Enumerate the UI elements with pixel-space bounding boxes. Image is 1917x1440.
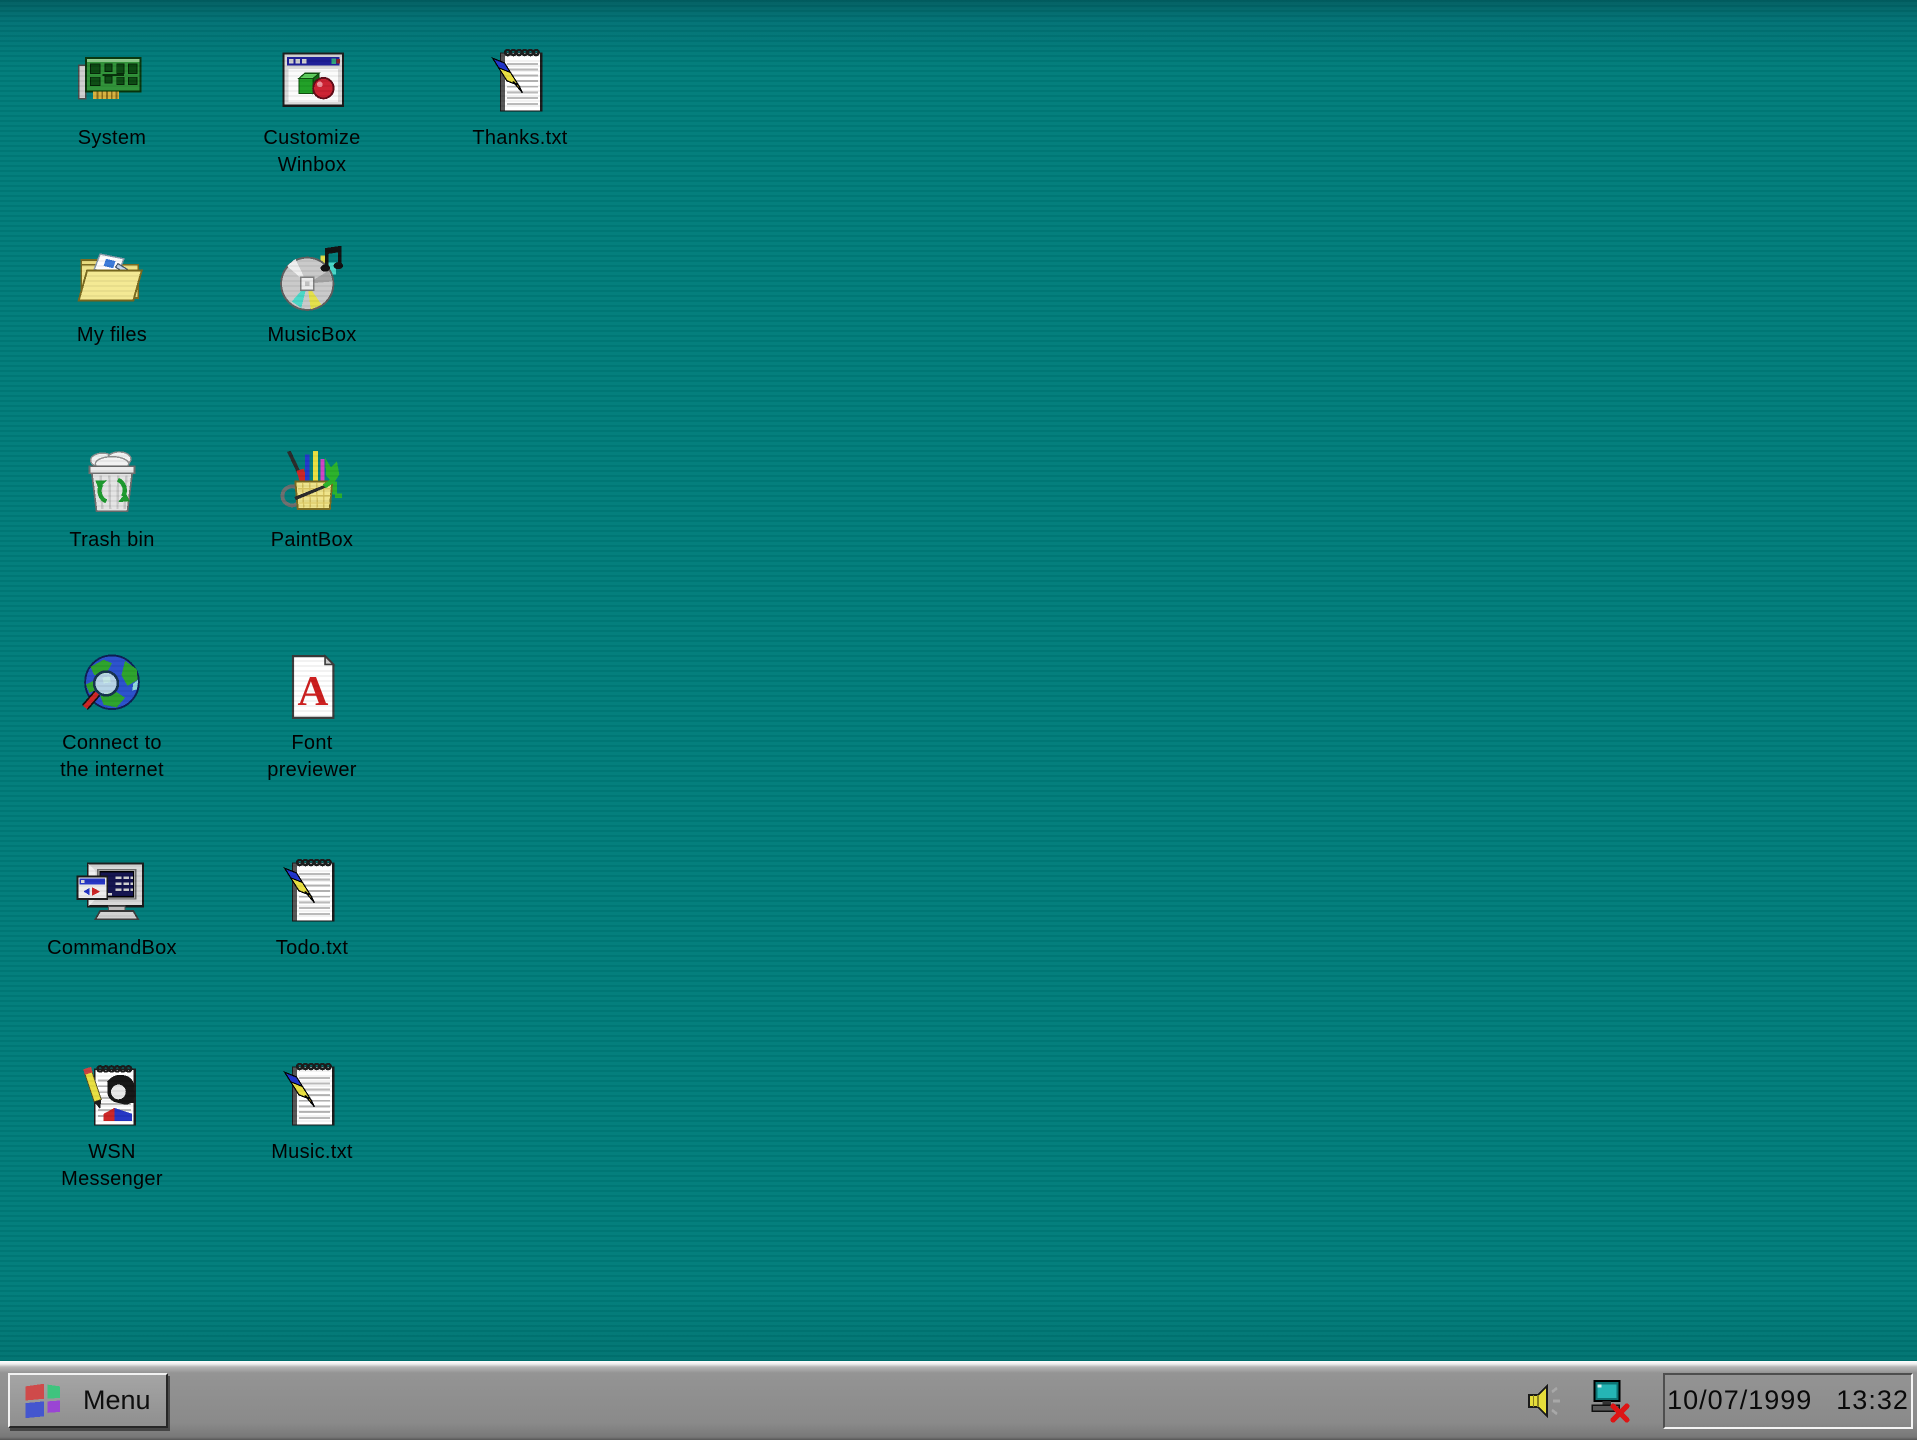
desktop-icon-system[interactable]: System: [17, 44, 207, 152]
clock-date: 10/07/1999: [1667, 1385, 1813, 1415]
notepad-pen-icon: [482, 44, 558, 120]
desktop-icon-label: Customize Winbox: [263, 127, 361, 176]
desktop-icon-label: Thanks.txt: [472, 127, 568, 149]
notepad-pen-icon: [274, 854, 350, 930]
desktop-icon-my-files[interactable]: My files: [17, 241, 207, 349]
desktop-icon-connect-internet[interactable]: Connect to the internet: [17, 649, 207, 784]
desktop-icon-todo-txt[interactable]: Todo.txt: [217, 854, 407, 962]
desktop-icon-label: WSN Messenger: [61, 1141, 163, 1190]
desktop-icon-label: System: [77, 127, 147, 149]
globe-magnifier-icon: [74, 649, 150, 725]
menu-button[interactable]: Menu: [8, 1373, 168, 1428]
desktop-icon-thanks-txt[interactable]: Thanks.txt: [425, 44, 615, 152]
notepad-pen-icon: [274, 1058, 350, 1134]
monitor-window-icon: [74, 854, 150, 930]
folder-files-icon: [74, 241, 150, 317]
desktop-icon-label: Todo.txt: [275, 937, 349, 959]
menu-button-label: Menu: [83, 1385, 151, 1415]
trash-recycle-icon: [74, 446, 150, 522]
desktop-icon-wsn-messenger[interactable]: WSN Messenger: [17, 1058, 207, 1193]
winbox-window-icon: [274, 44, 350, 120]
taskbar: Menu 10/07/1999 13:32: [0, 1361, 1917, 1440]
messenger-notepad-icon: [74, 1058, 150, 1134]
desktop-icon-trash-bin[interactable]: Trash bin: [17, 446, 207, 554]
clock-time: 13:32: [1836, 1385, 1909, 1415]
paint-cup-icon: [274, 446, 350, 522]
desktop-icon-music-txt[interactable]: Music.txt: [217, 1058, 407, 1166]
desktop-icon-label: PaintBox: [270, 529, 354, 551]
taskbar-clock[interactable]: 10/07/1999 13:32: [1663, 1372, 1913, 1429]
desktop-background: System Customize Winbox Thanks.txt My fi…: [0, 0, 1917, 1361]
network-card-icon: [74, 44, 150, 120]
desktop-icon-label: Trash bin: [69, 529, 155, 551]
desktop-icon-label: MusicBox: [267, 324, 357, 346]
desktop-icon-commandbox[interactable]: CommandBox: [17, 854, 207, 962]
desktop-icon-label: My files: [76, 324, 148, 346]
desktop-icon-musicbox[interactable]: MusicBox: [217, 241, 407, 349]
desktop-icon-label: Connect to the internet: [60, 732, 164, 781]
system-tray: [1525, 1378, 1633, 1424]
winbox-flag-icon: [23, 1382, 67, 1419]
desktop-icon-label: CommandBox: [47, 937, 177, 959]
volume-speaker-icon[interactable]: [1525, 1379, 1569, 1423]
desktop-icon-font-previewer[interactable]: Font previewer: [217, 649, 407, 784]
network-disconnected-icon[interactable]: [1587, 1378, 1633, 1424]
font-page-a-icon: [274, 649, 350, 725]
desktop-icon-label: Font previewer: [267, 732, 357, 781]
desktop-icon-label: Music.txt: [271, 1141, 353, 1163]
cd-music-note-icon: [274, 241, 350, 317]
desktop-icon-customize-winbox[interactable]: Customize Winbox: [217, 44, 407, 179]
desktop-icon-paintbox[interactable]: PaintBox: [217, 446, 407, 554]
